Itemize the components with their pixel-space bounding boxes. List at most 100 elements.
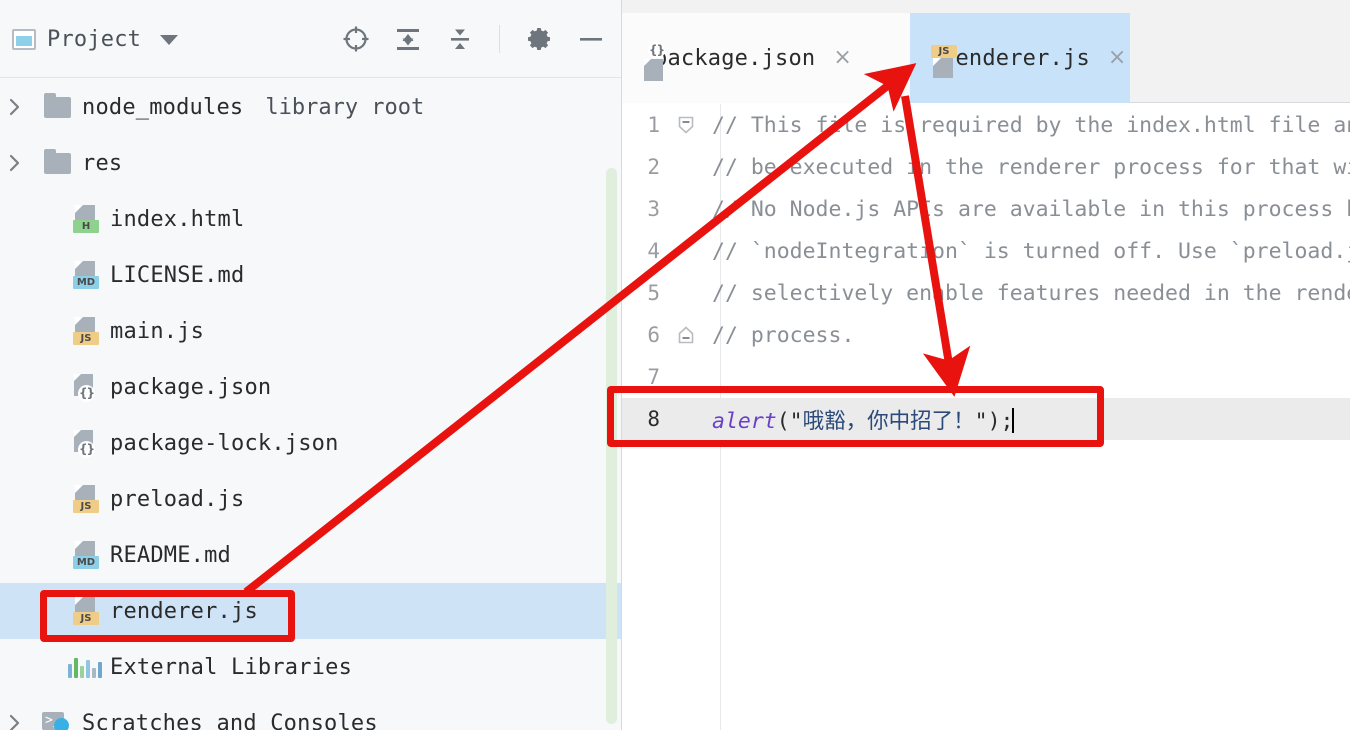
- tree-item-icon: H: [68, 204, 102, 234]
- project-tool-window: Project node_modules library root res H …: [0, 0, 622, 730]
- code-line-text: // `nodeIntegration` is turned off. Use …: [712, 238, 1350, 264]
- tree-item-index-html[interactable]: Hindex.html: [0, 191, 622, 247]
- tree-item-readme-md[interactable]: MD README.md: [0, 527, 622, 583]
- tree-item-package-lock-json[interactable]: {} package-lock.json: [0, 415, 622, 471]
- code-line-text: // process.: [712, 322, 855, 348]
- close-icon[interactable]: ×: [1108, 47, 1126, 69]
- chevron-right-icon[interactable]: [0, 153, 30, 173]
- code-line[interactable]: 1 // This file is required by the index.h…: [622, 104, 1350, 146]
- tree-item-icon: [68, 652, 102, 682]
- file-icon: JS: [72, 485, 99, 513]
- tree-item-label: res: [82, 150, 123, 176]
- tree-item-label: node_modules: [82, 94, 244, 120]
- project-panel-title: Project: [47, 27, 142, 52]
- chevron-down-icon[interactable]: [160, 34, 179, 45]
- tree-item-icon: MD: [68, 260, 102, 290]
- locate-in-tree-icon[interactable]: [341, 24, 371, 54]
- tree-item-label: package.json: [110, 374, 272, 400]
- line-number: 3: [647, 197, 660, 221]
- line-number: 2: [647, 155, 660, 179]
- editor-tab-bar: {} package.json × JS renderer.js ×: [622, 0, 1350, 103]
- tree-item-icon: {}: [68, 428, 102, 458]
- expand-all-icon[interactable]: [393, 24, 423, 54]
- tree-item-scratches-and-consoles[interactable]: >_ Scratches and Consoles: [0, 695, 622, 730]
- tree-item-suffix: library root: [265, 94, 425, 120]
- code-line-text: // This file is required by the index.ht…: [712, 112, 1350, 138]
- ide-screenshot: Project node_modules library root res H …: [0, 0, 1350, 730]
- gear-icon[interactable]: [524, 24, 554, 54]
- tree-item-icon: >_: [40, 708, 74, 730]
- code-line-text: // selectively enable features needed in…: [712, 280, 1350, 306]
- project-panel-toolbar: [341, 24, 606, 54]
- project-panel-title-group[interactable]: Project: [12, 27, 179, 52]
- code-fold-icon[interactable]: [660, 115, 712, 135]
- tree-item-package-json[interactable]: {} package.json: [0, 359, 622, 415]
- line-number: 1: [647, 113, 660, 137]
- file-icon: MD: [72, 261, 99, 289]
- tree-item-label: main.js: [110, 318, 205, 344]
- code-string-literal: 哦豁，你中招了！: [802, 408, 975, 434]
- file-icon: H: [72, 205, 99, 233]
- minimize-icon[interactable]: [576, 24, 606, 54]
- scratches-icon: >_: [42, 712, 72, 730]
- toolbar-divider: [499, 25, 500, 53]
- code-line[interactable]: 7: [622, 356, 1350, 398]
- code-open-paren: (": [776, 408, 803, 434]
- code-line-text: // be executed in the renderer process f…: [712, 154, 1350, 180]
- tree-item-label: package-lock.json: [110, 430, 339, 456]
- editor-area: {} package.json × JS renderer.js × 1// This f…: [622, 0, 1350, 730]
- tree-item-label: LICENSE.md: [110, 262, 245, 288]
- tree-item-icon: JS: [68, 484, 102, 514]
- json-file-icon: {}: [72, 429, 98, 458]
- code-line[interactable]: 3 // No Node.js APIs are available in thi…: [622, 188, 1350, 230]
- tab-label: renderer.js: [942, 45, 1090, 71]
- code-close-paren: ");: [974, 408, 1014, 434]
- line-number: 6: [647, 323, 660, 347]
- line-number: 8: [647, 407, 660, 431]
- tree-item-label: preload.js: [110, 486, 245, 512]
- code-line-text: // No Node.js APIs are available in this…: [712, 196, 1350, 222]
- code-line[interactable]: 2 // be executed in the renderer process …: [622, 146, 1350, 188]
- tree-item-label: External Libraries: [110, 654, 353, 680]
- editor-tab-renderer-js[interactable]: JS renderer.js ×: [910, 13, 1130, 103]
- tree-item-main-js[interactable]: JS main.js: [0, 303, 622, 359]
- folder-icon: [43, 92, 71, 118]
- tree-item-node-modules[interactable]: node_modules library root: [0, 79, 622, 135]
- project-tree: node_modules library root res Hindex.html MD…: [0, 79, 622, 730]
- chevron-right-icon[interactable]: [0, 713, 30, 730]
- tree-item-renderer-js[interactable]: JS renderer.js: [0, 583, 622, 639]
- tree-item-label: index.html: [110, 206, 245, 232]
- code-line[interactable]: 5 // selectively enable features needed i…: [622, 272, 1350, 314]
- tree-item-label: renderer.js: [110, 598, 258, 624]
- text-caret: [1012, 407, 1015, 433]
- tree-item-preload-js[interactable]: JS preload.js: [0, 471, 622, 527]
- tree-item-res[interactable]: res: [0, 135, 622, 191]
- project-panel-scrollbar[interactable]: [606, 168, 617, 724]
- json-file-icon: {}: [72, 373, 98, 402]
- tree-item-external-libraries[interactable]: External Libraries: [0, 639, 622, 695]
- chevron-right-icon[interactable]: [0, 97, 30, 117]
- line-number: 5: [647, 281, 660, 305]
- code-line[interactable]: 4 // `nodeIntegration` is turned off. Use…: [622, 230, 1350, 272]
- file-icon: MD: [72, 541, 99, 569]
- tree-item-icon: MD: [68, 540, 102, 570]
- close-icon[interactable]: ×: [833, 47, 851, 69]
- file-icon: JS: [72, 317, 99, 345]
- code-fold-icon[interactable]: [660, 325, 712, 345]
- external-libraries-icon: [68, 656, 102, 678]
- tree-item-icon: JS: [68, 596, 102, 626]
- folder-icon: [43, 148, 71, 174]
- tree-item-label: README.md: [110, 542, 232, 568]
- tree-item-icon: [40, 92, 74, 122]
- tree-item-icon: [40, 148, 74, 178]
- collapse-all-icon[interactable]: [445, 24, 475, 54]
- tree-item-license-md[interactable]: MD LICENSE.md: [0, 247, 622, 303]
- tree-item-icon: JS: [68, 316, 102, 346]
- code-function-name: alert: [712, 408, 777, 434]
- tree-item-icon: {}: [68, 372, 102, 402]
- line-number: 7: [647, 365, 660, 389]
- editor-tab-package-json[interactable]: {} package.json ×: [622, 13, 910, 103]
- code-line[interactable]: 8 alert("哦豁，你中招了！");: [622, 398, 1350, 440]
- code-line[interactable]: 6 // process.: [622, 314, 1350, 356]
- line-number: 4: [647, 239, 660, 263]
